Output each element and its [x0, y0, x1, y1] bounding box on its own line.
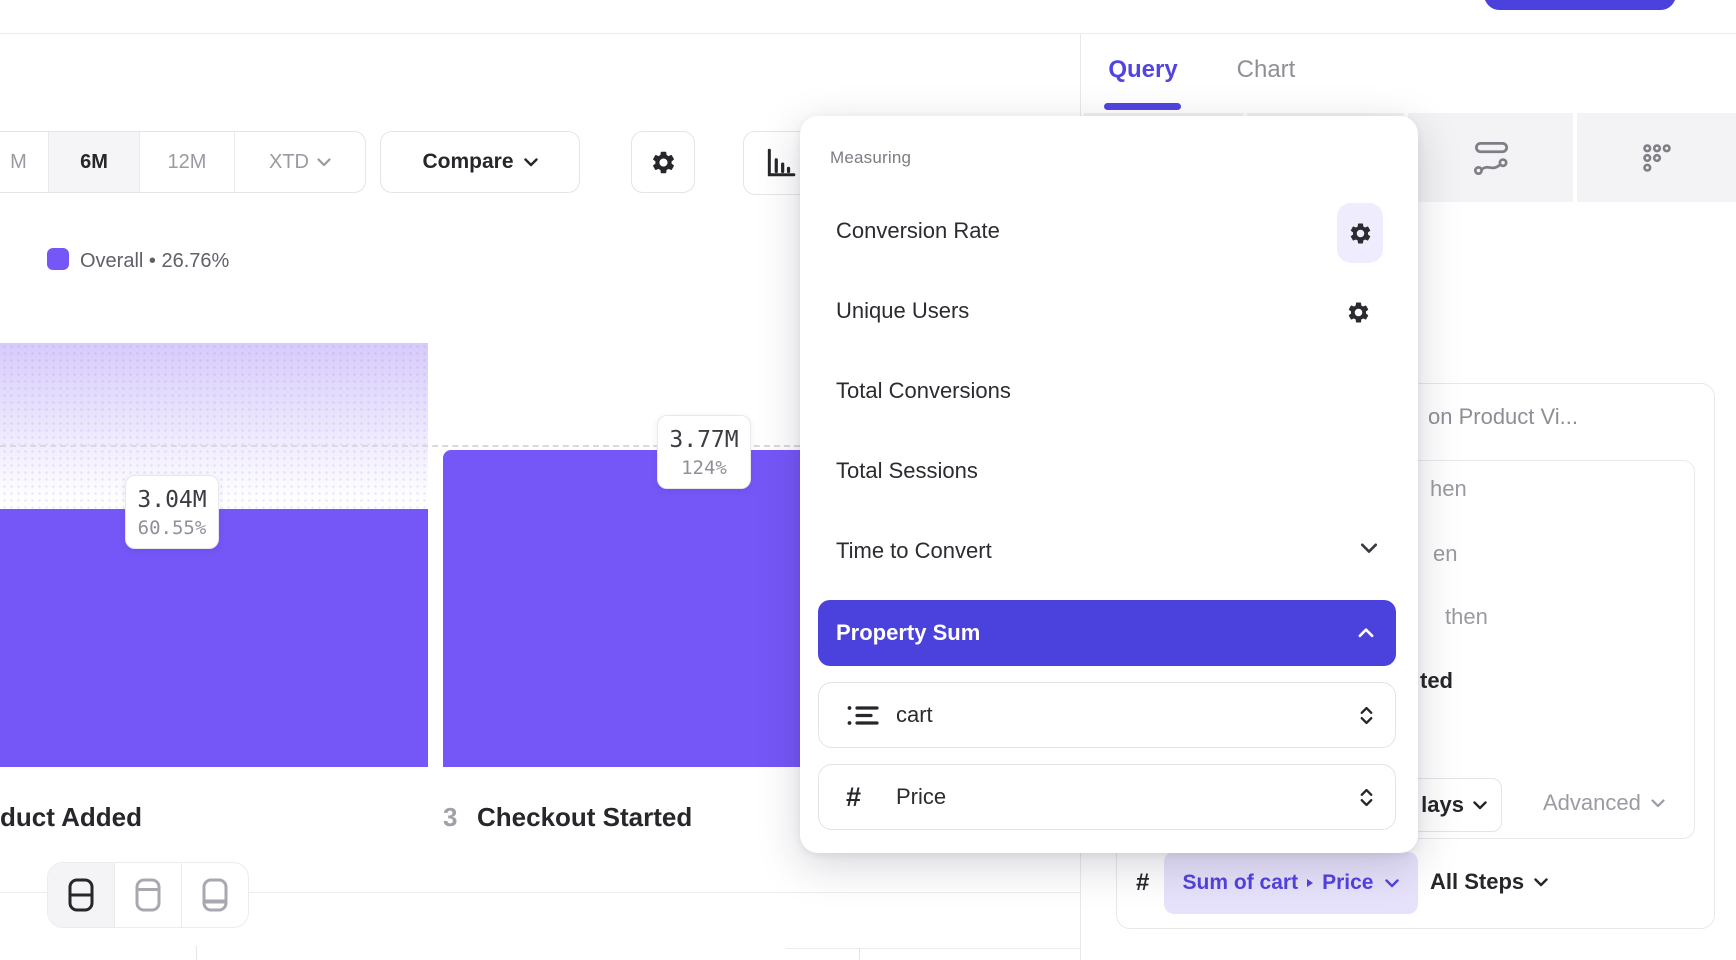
funnel-analysis-app: M 6M 12M XTD Compare Overall • 26.76% 3.…: [0, 0, 1736, 960]
advanced-label: Advanced: [1543, 790, 1641, 816]
legend-label[interactable]: Overall • 26.76%: [80, 250, 229, 273]
number-hash-icon: #: [846, 782, 896, 813]
top-panel-icon: [135, 878, 161, 912]
chart-settings-button[interactable]: [631, 131, 695, 193]
advanced-dropdown[interactable]: Advanced: [1543, 790, 1665, 816]
tab-query[interactable]: Query: [1095, 56, 1191, 84]
step-label-product-added: duct Added: [0, 802, 142, 833]
step-row-fragment[interactable]: en: [1433, 541, 1457, 567]
table-column-divider: [196, 946, 197, 960]
event-select-value: cart: [896, 702, 933, 728]
bar-label-checkout-started: 3.77M 124%: [657, 415, 751, 489]
unique-users-settings-button[interactable]: [1346, 300, 1371, 325]
time-range-xtd-label: XTD: [269, 151, 309, 174]
chevron-down-icon: [317, 158, 331, 167]
measuring-item-time-to-convert[interactable]: Time to Convert: [836, 538, 1266, 568]
measuring-item-unique-users[interactable]: Unique Users: [836, 298, 1266, 328]
flow-button[interactable]: [1408, 113, 1573, 202]
measuring-item-property-sum-selected[interactable]: Property Sum: [818, 600, 1396, 666]
step-row-fragment[interactable]: then: [1445, 604, 1488, 630]
measuring-item-total-sessions[interactable]: Total Sessions: [836, 458, 1266, 488]
time-range-12m[interactable]: 12M: [139, 132, 234, 192]
bar-value: 3.04M: [126, 485, 218, 515]
property-sum-property-select[interactable]: # Price: [818, 764, 1396, 830]
chip-event-label: Sum of cart: [1183, 871, 1299, 895]
time-range-segmented-control: M 6M 12M XTD: [0, 131, 366, 193]
layout-split-horizontal-button[interactable]: [48, 863, 114, 927]
measurement-hash-icon: #: [1136, 869, 1149, 897]
chart-layout-toggle-group: [47, 862, 249, 928]
step-row-fragment[interactable]: hen: [1430, 476, 1467, 502]
active-tab-underline: [1104, 103, 1181, 110]
bar-percent: 124%: [658, 455, 750, 481]
chevron-down-icon: [1473, 801, 1487, 810]
caret-right-icon: [1306, 878, 1314, 888]
step-label-checkout-started: Checkout Started: [477, 802, 692, 833]
compare-button[interactable]: Compare: [380, 131, 580, 193]
table-top-border: [786, 948, 1080, 949]
all-steps-dropdown[interactable]: All Steps: [1430, 869, 1548, 895]
all-steps-label: All Steps: [1430, 869, 1524, 895]
property-sum-label: Property Sum: [836, 620, 980, 646]
step-number: 3: [443, 802, 457, 833]
unfold-updown-icon: [1360, 788, 1373, 807]
step-row-fragment[interactable]: ted: [1420, 668, 1453, 694]
legend-swatch: [47, 248, 69, 270]
dots-grid-icon: [1643, 144, 1671, 172]
bar-label-product-added: 3.04M 60.55%: [125, 475, 219, 549]
chevron-down-icon: [1651, 799, 1665, 808]
funnel-bar-product-added[interactable]: [0, 509, 428, 767]
flow-sankey-icon: [1468, 139, 1514, 177]
measuring-item-total-conversions[interactable]: Total Conversions: [836, 378, 1266, 408]
histogram-icon: [764, 147, 796, 179]
conversion-rate-settings-button[interactable]: [1337, 203, 1383, 263]
bottom-panel-icon: [202, 878, 228, 912]
layout-footer-bottom-button[interactable]: [181, 863, 248, 927]
chevron-down-icon: [524, 158, 538, 167]
unfold-updown-icon: [1360, 706, 1373, 725]
top-bar: [0, 0, 1736, 34]
measuring-item-conversion-rate[interactable]: Conversion Rate: [836, 218, 1266, 248]
chevron-down-icon: [1385, 879, 1399, 888]
table-column-divider: [859, 948, 860, 960]
property-sum-event-select[interactable]: cart: [818, 682, 1396, 748]
time-range-6m[interactable]: 6M: [48, 132, 139, 192]
chevron-down-icon: [1360, 543, 1378, 554]
list-icon: [846, 703, 896, 727]
bar-percent: 60.55%: [126, 515, 218, 541]
property-select-value: Price: [896, 784, 946, 810]
compare-label: Compare: [422, 150, 513, 174]
chevron-down-icon: [1534, 878, 1548, 887]
primary-action-button[interactable]: [1484, 0, 1676, 10]
card-header-fragment: on Product Vi...: [1428, 404, 1578, 430]
tab-chart[interactable]: Chart: [1218, 56, 1314, 84]
bar-value: 3.77M: [658, 425, 750, 455]
chip-property-label: Price: [1322, 871, 1373, 895]
split-rows-icon: [68, 878, 94, 912]
gear-icon: [1346, 300, 1371, 325]
breakdown-button[interactable]: [1577, 113, 1736, 202]
time-range-xtd[interactable]: XTD: [234, 132, 365, 192]
time-range-3m[interactable]: M: [0, 132, 48, 192]
layout-header-top-button[interactable]: [114, 863, 181, 927]
sum-of-cart-price-chip[interactable]: Sum of cart Price: [1164, 852, 1418, 914]
gear-icon: [650, 149, 677, 176]
chevron-up-icon: [1358, 628, 1374, 638]
conversion-window-label: lays: [1421, 792, 1464, 818]
measuring-title: Measuring: [830, 148, 911, 168]
gear-icon: [1348, 221, 1373, 246]
